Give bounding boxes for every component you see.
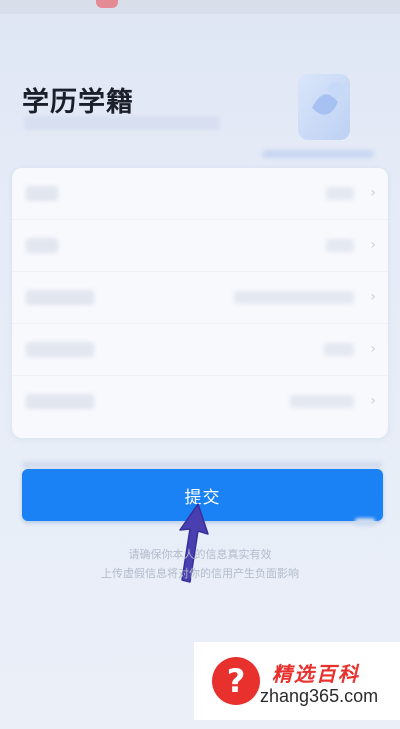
chevron-right-icon: › [370, 393, 376, 409]
watermark: ? 精选百科 zhang365.com [194, 642, 400, 720]
row-value-blurred [326, 239, 354, 252]
chevron-right-icon: › [370, 341, 376, 357]
form-row[interactable]: › [12, 324, 388, 376]
row-value-blurred [324, 343, 354, 356]
watermark-title: 精选百科 [272, 662, 360, 686]
hero-shadow [262, 150, 374, 158]
row-label-blurred [26, 186, 58, 201]
chevron-right-icon: › [370, 185, 376, 201]
notice-line-2: 上传虚假信息将对你的信用产生负面影响 [101, 567, 299, 580]
form-row[interactable]: › [12, 376, 388, 428]
row-label-blurred [26, 290, 94, 305]
form-row[interactable]: › [12, 220, 388, 272]
divider-shadow [22, 462, 382, 468]
chevron-right-icon: › [370, 237, 376, 253]
row-label-blurred [26, 342, 94, 357]
notice-text: 请确保你本人的信息真实有效 上传虚假信息将对你的信用产生负面影响 [0, 545, 400, 583]
notice-line-1: 请确保你本人的信息真实有效 [128, 548, 272, 561]
row-value-blurred [234, 291, 354, 304]
status-bar [0, 0, 400, 14]
question-icon: ? [212, 657, 260, 705]
page-subtitle-blurred [24, 116, 220, 130]
row-label-blurred [26, 238, 58, 253]
form-card: › › › › › [12, 168, 388, 438]
row-value-blurred [326, 187, 354, 200]
document-shield-icon [298, 74, 350, 140]
status-indicator [96, 0, 118, 8]
watermark-url: zhang365.com [260, 686, 379, 706]
side-mark [355, 518, 375, 526]
row-value-blurred [290, 395, 354, 408]
row-label-blurred [26, 394, 94, 409]
form-row[interactable]: › [12, 168, 388, 220]
chevron-right-icon: › [370, 289, 376, 305]
page-title: 学历学籍 [22, 87, 134, 118]
form-row[interactable]: › [12, 272, 388, 324]
